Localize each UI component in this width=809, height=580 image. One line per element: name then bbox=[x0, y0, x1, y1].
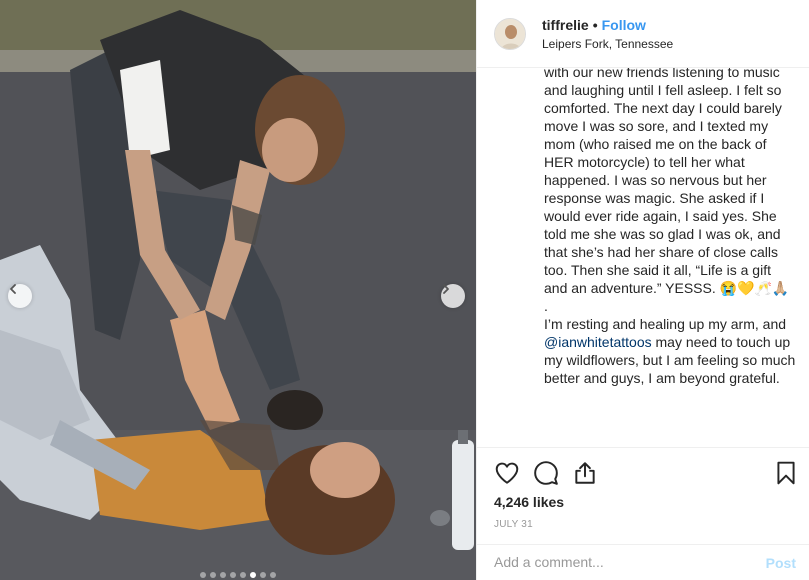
carousel-prev-button[interactable] bbox=[8, 284, 32, 308]
caption-text: cleaned me up in the ambulance, sat with… bbox=[544, 45, 796, 387]
username-link[interactable]: tiffrelie bbox=[542, 16, 589, 34]
bookmark-icon bbox=[777, 461, 795, 485]
post-header: tiffrelie • Follow Leipers Fork, Tenness… bbox=[477, 0, 809, 68]
carousel-dot bbox=[210, 572, 216, 578]
post-actions: 4,246 likes JULY 31 bbox=[477, 447, 809, 530]
caption-area: cleaned me up in the ambulance, sat with… bbox=[477, 45, 809, 447]
follow-button[interactable]: Follow bbox=[602, 16, 646, 34]
carousel-dot bbox=[240, 572, 246, 578]
save-button[interactable] bbox=[773, 460, 799, 486]
comment-bar: Post bbox=[477, 544, 809, 580]
like-button[interactable] bbox=[494, 460, 520, 486]
post-side-panel: cleaned me up in the ambulance, sat with… bbox=[476, 0, 809, 580]
chevron-right-icon bbox=[443, 284, 449, 294]
caption-text-part-1: cleaned me up in the ambulance, sat with… bbox=[544, 46, 790, 332]
carousel-indicator bbox=[200, 572, 276, 578]
header-separator: • bbox=[592, 16, 598, 33]
comment-icon bbox=[534, 461, 558, 485]
avatar[interactable] bbox=[494, 17, 526, 50]
carousel-dot bbox=[270, 572, 276, 578]
carousel-dot bbox=[220, 572, 226, 578]
chevron-left-icon bbox=[10, 284, 16, 294]
carousel-dot bbox=[200, 572, 206, 578]
avatar-image bbox=[495, 18, 525, 49]
carousel-next-button[interactable] bbox=[441, 284, 465, 308]
carousel-dot bbox=[230, 572, 236, 578]
comment-input[interactable] bbox=[494, 554, 744, 570]
carousel-dot bbox=[250, 572, 256, 578]
carousel-dot bbox=[260, 572, 266, 578]
post-comment-button[interactable]: Post bbox=[766, 555, 796, 571]
heart-icon bbox=[495, 462, 519, 484]
comment-button[interactable] bbox=[533, 460, 559, 486]
likes-count[interactable]: 4,246 likes bbox=[494, 494, 564, 510]
location-link[interactable]: Leipers Fork, Tennessee bbox=[542, 36, 673, 52]
share-icon bbox=[575, 462, 595, 484]
post-photo bbox=[0, 0, 476, 580]
post-date[interactable]: JULY 31 bbox=[494, 519, 533, 530]
photo-illustration bbox=[0, 0, 476, 580]
share-button[interactable] bbox=[572, 460, 598, 486]
mention-link[interactable]: @ianwhitetattoos bbox=[544, 334, 652, 350]
